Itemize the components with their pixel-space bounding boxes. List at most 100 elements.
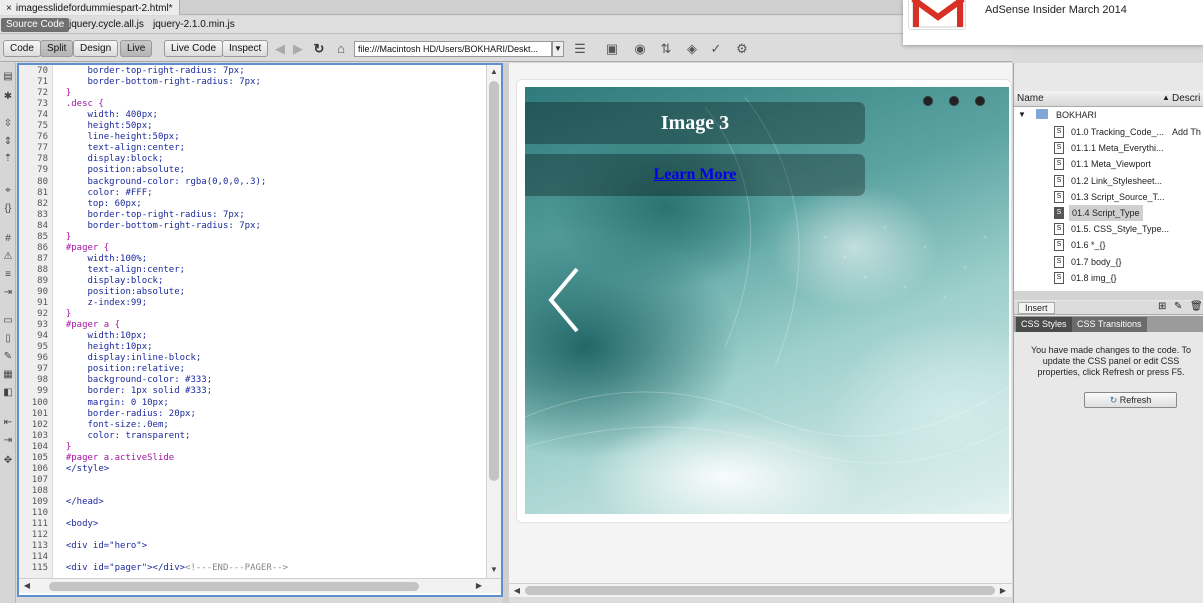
code-token: #pager { xyxy=(55,242,110,253)
edit-snippet-icon[interactable]: ✎ xyxy=(1174,301,1182,312)
snippet-row[interactable]: S 01.6 *_{} xyxy=(1014,237,1203,253)
design-view-button[interactable]: Design xyxy=(73,40,119,57)
folder-row[interactable]: ▼ BOKHARI xyxy=(1014,107,1203,123)
line-number: 99 xyxy=(37,386,48,397)
snippet-row[interactable]: S 01.1 Meta_Viewport xyxy=(1014,156,1203,172)
apply-comment-icon[interactable]: ▭ xyxy=(2,315,14,327)
snippet-row[interactable]: S 01.2 Link_Stylesheet... xyxy=(1014,173,1203,189)
open-documents-icon[interactable]: ▤ xyxy=(2,71,14,83)
forward-arrow-icon[interactable]: ▶ xyxy=(290,41,306,57)
select-parent-tag-icon[interactable]: ⌖ xyxy=(2,185,14,197)
code-token: <!---END---PAGER--> xyxy=(185,563,288,574)
refresh-icon[interactable]: ↻ xyxy=(311,41,327,57)
file-management-icon[interactable]: ⇅ xyxy=(658,41,674,57)
snippet-file-icon: S xyxy=(1054,142,1064,155)
code-line: <div id="pager"></div><!---END---PAGER--… xyxy=(55,563,288,573)
check-page-icon[interactable]: ⚙ xyxy=(734,41,750,57)
code-line: display:block; xyxy=(55,276,164,286)
notification-popup[interactable]: AdSense Insider March 2014 xyxy=(903,0,1203,45)
address-field[interactable]: file:///Macintosh HD/Users/BOKHARI/Deskt… xyxy=(354,41,552,57)
page-options-icon[interactable]: ☰ xyxy=(572,41,588,57)
preview-globe-icon[interactable]: ◉ xyxy=(632,41,648,57)
visual-aids-icon[interactable]: ◈ xyxy=(684,41,700,57)
line-number: 106 xyxy=(31,463,48,474)
previous-arrow-icon[interactable] xyxy=(545,265,585,335)
trash-icon[interactable]: 🗑 xyxy=(1190,301,1203,312)
line-number: 94 xyxy=(37,331,48,342)
new-snippet-icon[interactable]: ⊞ xyxy=(1158,301,1166,312)
code-horizontal-thumb[interactable] xyxy=(49,582,419,591)
scroll-right-icon[interactable]: ▶ xyxy=(473,580,485,592)
snippet-row[interactable]: S 01.4 Script_Type xyxy=(1014,205,1203,221)
code-view[interactable]: 70 71 72 73 74 75 76 77 78 79 80 81 82 83 84 85 86 87 88 89… xyxy=(17,63,503,597)
column-description[interactable]: Descri xyxy=(1172,93,1200,104)
tab-css-styles[interactable]: CSS Styles xyxy=(1016,317,1072,332)
scroll-up-icon[interactable]: ▲ xyxy=(488,66,500,78)
back-arrow-icon[interactable]: ◀ xyxy=(272,41,288,57)
indent-code-icon[interactable]: ⇤ xyxy=(2,417,14,429)
column-name[interactable]: Name xyxy=(1017,93,1044,104)
related-file-jquery-min[interactable]: jquery-2.1.0.min.js xyxy=(153,19,235,30)
w3c-validation-icon[interactable]: ✓ xyxy=(708,41,724,57)
move-css-icon[interactable]: ◧ xyxy=(2,387,14,399)
learn-more-link[interactable]: Learn More xyxy=(654,166,737,183)
document-tab[interactable]: × imagesslidefordummiespart-2.html* xyxy=(0,0,180,15)
close-icon[interactable]: × xyxy=(6,3,12,14)
expand-all-icon[interactable]: ⇡ xyxy=(2,153,14,165)
auto-indent-icon[interactable]: ⇥ xyxy=(2,287,14,299)
highlight-invalid-icon[interactable]: ⚠ xyxy=(2,251,14,263)
sort-arrow-icon[interactable]: ▲ xyxy=(1162,93,1170,102)
code-line: border-bottom-right-radius: 7px; xyxy=(55,77,261,87)
code-vertical-scrollbar[interactable]: ▲ ▼ xyxy=(486,65,501,578)
code-vertical-thumb[interactable] xyxy=(489,81,499,481)
collapse-selection-icon[interactable]: ⇕ xyxy=(2,136,14,148)
format-source-icon[interactable]: ✥ xyxy=(2,455,14,467)
code-line: width:10px; xyxy=(55,331,148,341)
wrap-tag-icon[interactable]: ✎ xyxy=(2,351,14,363)
code-view-button[interactable]: Code xyxy=(3,40,41,57)
recent-snippets-icon[interactable]: ▦ xyxy=(2,369,14,381)
outdent-code-icon[interactable]: ⇥ xyxy=(2,435,14,447)
snippet-row[interactable]: S 01.3 Script_Source_T... xyxy=(1014,189,1203,205)
live-view-button[interactable]: Live xyxy=(120,40,153,57)
refresh-button[interactable]: ↻ Refresh xyxy=(1084,392,1177,408)
home-icon[interactable]: ⌂ xyxy=(333,41,349,57)
scroll-down-icon[interactable]: ▼ xyxy=(488,564,500,576)
remove-comment-icon[interactable]: ▯ xyxy=(2,333,14,345)
files-horizontal-scrollbar[interactable] xyxy=(1014,291,1203,300)
collapse-tag-icon[interactable]: ⇳ xyxy=(2,118,14,130)
disclosure-triangle-icon[interactable]: ▼ xyxy=(1018,107,1026,123)
chevron-down-icon[interactable]: ▼ xyxy=(552,41,564,57)
multiscreen-icon[interactable]: ▣ xyxy=(604,41,620,57)
inspect-button[interactable]: Inspect xyxy=(222,40,269,57)
scroll-left-icon[interactable]: ◀ xyxy=(511,585,523,597)
live-horizontal-scrollbar[interactable]: ◀ ▶ xyxy=(509,583,1012,597)
related-file-jquery-cycle[interactable]: jquery.cycle.all.js xyxy=(69,19,144,30)
source-code-tab[interactable]: Source Code xyxy=(1,18,70,32)
snippet-row[interactable]: S 01.1.1 Meta_Everythi... xyxy=(1014,140,1203,156)
scroll-right-icon[interactable]: ▶ xyxy=(997,585,1009,597)
document-toolbar: Code Split Design Live Live Code Inspect… xyxy=(0,35,1012,62)
pager-dot[interactable] xyxy=(949,96,959,106)
line-numbers-icon[interactable]: # xyxy=(2,233,14,245)
live-horizontal-thumb[interactable] xyxy=(525,586,995,595)
live-code-button[interactable]: Live Code xyxy=(164,40,224,57)
line-number: 109 xyxy=(31,496,48,507)
split-view-button[interactable]: Split xyxy=(40,40,74,57)
tab-css-transitions[interactable]: CSS Transitions xyxy=(1072,317,1147,332)
balance-braces-icon[interactable]: {} xyxy=(2,203,14,215)
code-horizontal-scrollbar[interactable]: ◀ ▶ xyxy=(19,578,501,593)
pager-dot[interactable] xyxy=(975,96,985,106)
insert-panel-bar: Insert ⊞ ✎ 🗑 xyxy=(1014,301,1203,315)
folder-label: BOKHARI xyxy=(1056,110,1097,120)
snippet-row[interactable]: S 01.5. CSS_Style_Type... xyxy=(1014,221,1203,237)
show-code-navigator-icon[interactable]: ✱ xyxy=(2,91,14,103)
insert-tab[interactable]: Insert xyxy=(1018,302,1055,314)
pager-dot[interactable] xyxy=(923,96,933,106)
snippet-row[interactable]: S 01.7 body_{} xyxy=(1014,254,1203,270)
line-number: 101 xyxy=(31,408,48,419)
snippets-list[interactable]: ▼ BOKHARI S 01.0 Tracking_Code_... S 01.1.1… xyxy=(1014,107,1203,291)
syntax-coloring-icon[interactable]: ≡ xyxy=(2,269,14,281)
snippet-row[interactable]: S 01.8 img_{} xyxy=(1014,270,1203,286)
scroll-left-icon[interactable]: ◀ xyxy=(21,580,33,592)
